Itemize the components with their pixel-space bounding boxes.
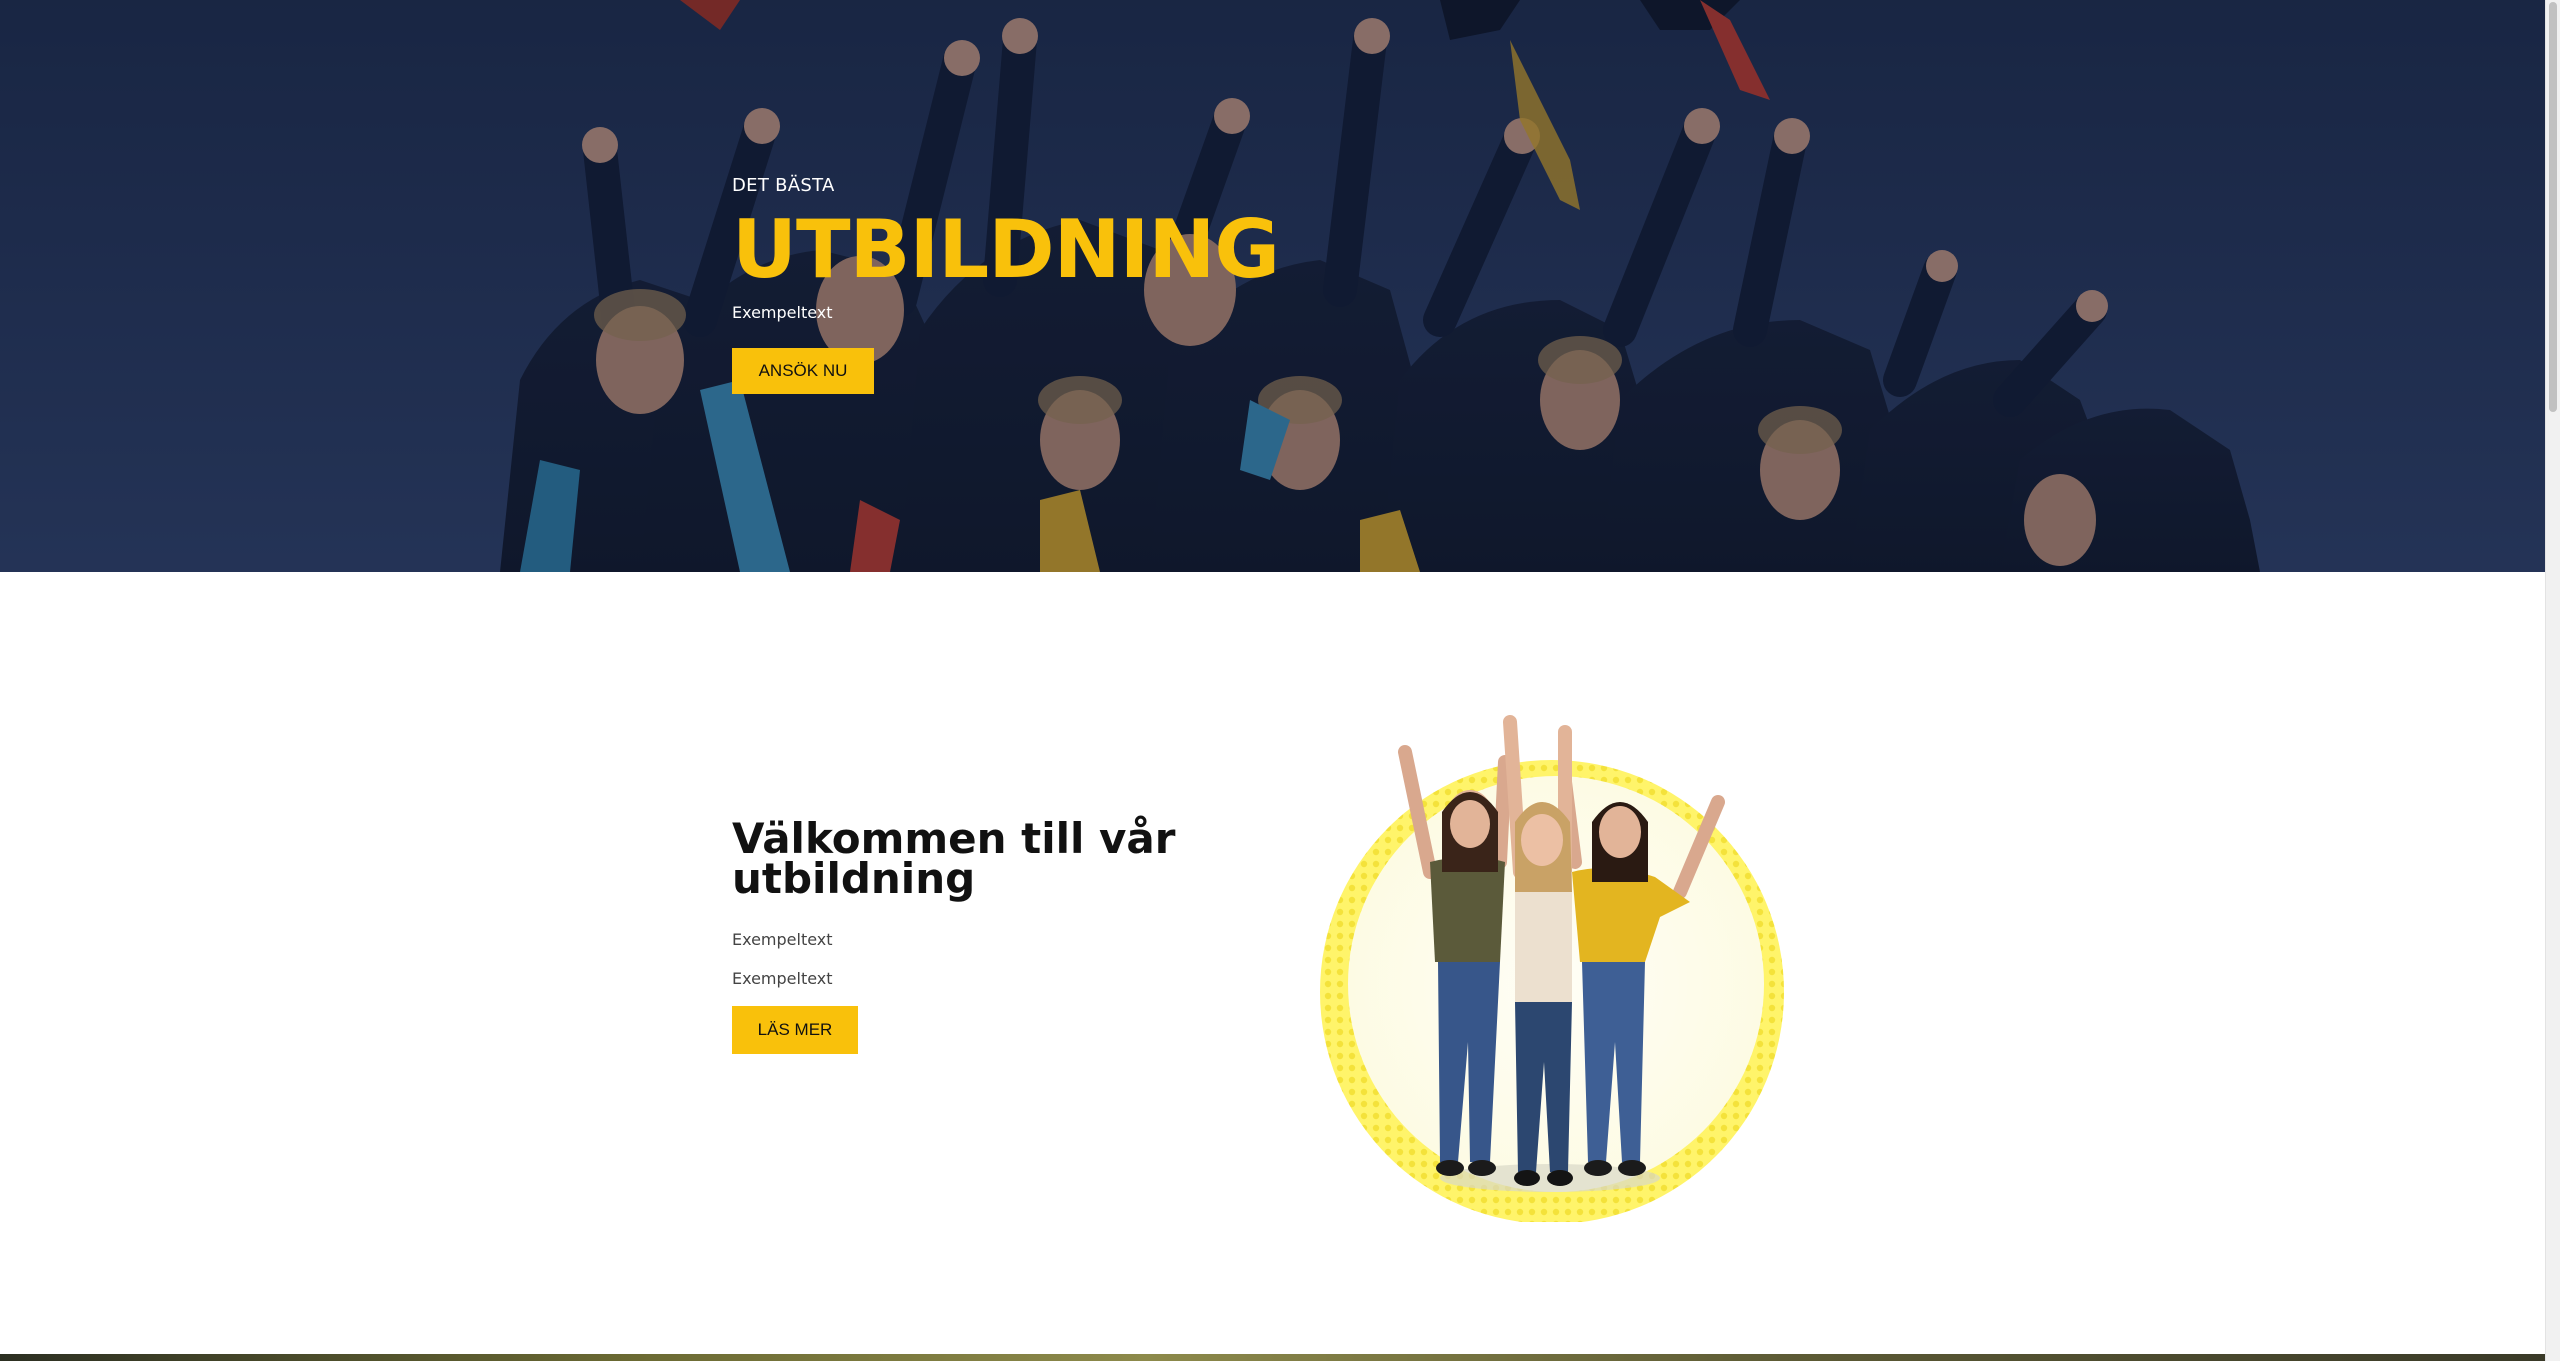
- hero-section: DET BÄSTA UTBILDNING Exempeltext ANSÖK N…: [0, 0, 2545, 572]
- hero-title: UTBILDNING: [732, 203, 1280, 296]
- hero-subtitle: Exempeltext: [732, 303, 833, 322]
- hero-content: DET BÄSTA UTBILDNING Exempeltext: [732, 170, 1280, 328]
- welcome-title: Välkommen till vår utbildning: [732, 814, 1176, 903]
- next-section-edge: [0, 1354, 2545, 1361]
- apply-now-button[interactable]: ANSÖK NU: [732, 348, 874, 394]
- hero-eyebrow: DET BÄSTA: [732, 175, 835, 196]
- content-area: DET BÄSTA UTBILDNING Exempeltext ANSÖK N…: [0, 0, 2545, 1361]
- students-image: [1320, 715, 1784, 1222]
- welcome-section: Välkommen till vår utbildning Exempeltex…: [0, 572, 2545, 1354]
- vertical-scrollbar[interactable]: [2545, 0, 2560, 1361]
- read-more-button[interactable]: LÄS MER: [732, 1006, 858, 1054]
- welcome-paragraph-1: Exempeltext: [732, 930, 833, 949]
- scrollbar-thumb[interactable]: [2549, 2, 2557, 412]
- welcome-paragraph-2: Exempeltext: [732, 969, 833, 988]
- page: DET BÄSTA UTBILDNING Exempeltext ANSÖK N…: [0, 0, 2560, 1361]
